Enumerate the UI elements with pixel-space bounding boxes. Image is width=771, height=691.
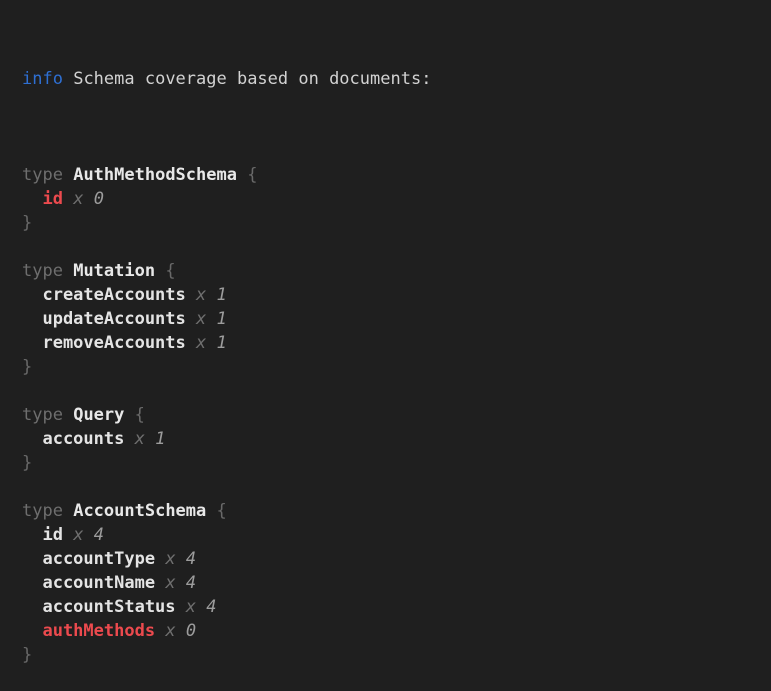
coverage-count: 1 <box>155 429 165 449</box>
close-brace-line: } <box>22 355 749 379</box>
type-block: type AuthMethodSchema {id x 0} <box>22 163 749 235</box>
times-symbol: x <box>196 309 206 329</box>
coverage-count: 4 <box>186 549 196 569</box>
coverage-count: 0 <box>94 189 104 209</box>
times-symbol: x <box>165 573 175 593</box>
type-keyword: type <box>22 501 63 521</box>
field-coverage-line: authMethods x 0 <box>22 619 749 643</box>
field-name: removeAccounts <box>42 333 185 353</box>
close-brace-line: } <box>22 643 749 667</box>
coverage-count: 1 <box>217 285 227 305</box>
open-brace: { <box>165 261 175 281</box>
field-name: authMethods <box>42 621 155 641</box>
field-name: accountType <box>42 549 155 569</box>
field-coverage-line: id x 4 <box>22 523 749 547</box>
field-coverage-line: createAccounts x 1 <box>22 283 749 307</box>
times-symbol: x <box>73 525 83 545</box>
field-name: createAccounts <box>42 285 185 305</box>
coverage-count: 4 <box>186 573 196 593</box>
field-coverage-line: accountType x 4 <box>22 547 749 571</box>
type-declaration-line: type Mutation { <box>22 259 749 283</box>
field-coverage-line: id x 0 <box>22 187 749 211</box>
type-keyword: type <box>22 261 63 281</box>
type-block: type Mutation {createAccounts x 1updateA… <box>22 259 749 379</box>
times-symbol: x <box>186 597 196 617</box>
type-block: type Query {accounts x 1} <box>22 403 749 475</box>
field-name: updateAccounts <box>42 309 185 329</box>
field-name: id <box>42 525 62 545</box>
times-symbol: x <box>135 429 145 449</box>
coverage-count: 0 <box>186 621 196 641</box>
coverage-count: 4 <box>94 525 104 545</box>
terminal-output: info Schema coverage based on documents:… <box>0 0 771 576</box>
times-symbol: x <box>165 549 175 569</box>
type-keyword: type <box>22 165 63 185</box>
times-symbol: x <box>73 189 83 209</box>
field-name: accounts <box>42 429 124 449</box>
field-coverage-line: accountStatus x 4 <box>22 595 749 619</box>
times-symbol: x <box>196 285 206 305</box>
type-name: AuthMethodSchema <box>73 165 237 185</box>
type-name: Mutation <box>73 261 155 281</box>
type-name: Query <box>73 405 124 425</box>
coverage-header-line: info Schema coverage based on documents: <box>22 67 749 91</box>
field-coverage-line: updateAccounts x 1 <box>22 307 749 331</box>
open-brace: { <box>135 405 145 425</box>
field-name: accountName <box>42 573 155 593</box>
type-declaration-line: type AccountSchema { <box>22 499 749 523</box>
open-brace: { <box>217 501 227 521</box>
close-brace-line: } <box>22 211 749 235</box>
coverage-header-message: Schema coverage based on documents: <box>73 69 431 89</box>
log-level-info-label: info <box>22 69 63 89</box>
times-symbol: x <box>165 621 175 641</box>
type-keyword: type <box>22 405 63 425</box>
field-name: id <box>42 189 62 209</box>
close-brace: } <box>22 453 32 473</box>
coverage-count: 1 <box>217 333 227 353</box>
close-brace: } <box>22 645 32 665</box>
close-brace: } <box>22 357 32 377</box>
close-brace-line: } <box>22 451 749 475</box>
type-block: type AccountSchema {id x 4accountType x … <box>22 499 749 667</box>
schema-type-blocks: type AuthMethodSchema {id x 0}type Mutat… <box>22 163 749 667</box>
open-brace: { <box>247 165 257 185</box>
space <box>63 69 73 89</box>
times-symbol: x <box>196 333 206 353</box>
field-coverage-line: accountName x 4 <box>22 571 749 595</box>
coverage-count: 4 <box>206 597 216 617</box>
close-brace: } <box>22 213 32 233</box>
field-coverage-line: removeAccounts x 1 <box>22 331 749 355</box>
field-coverage-line: accounts x 1 <box>22 427 749 451</box>
type-declaration-line: type Query { <box>22 403 749 427</box>
type-name: AccountSchema <box>73 501 206 521</box>
type-declaration-line: type AuthMethodSchema { <box>22 163 749 187</box>
coverage-count: 1 <box>217 309 227 329</box>
field-name: accountStatus <box>42 597 175 617</box>
